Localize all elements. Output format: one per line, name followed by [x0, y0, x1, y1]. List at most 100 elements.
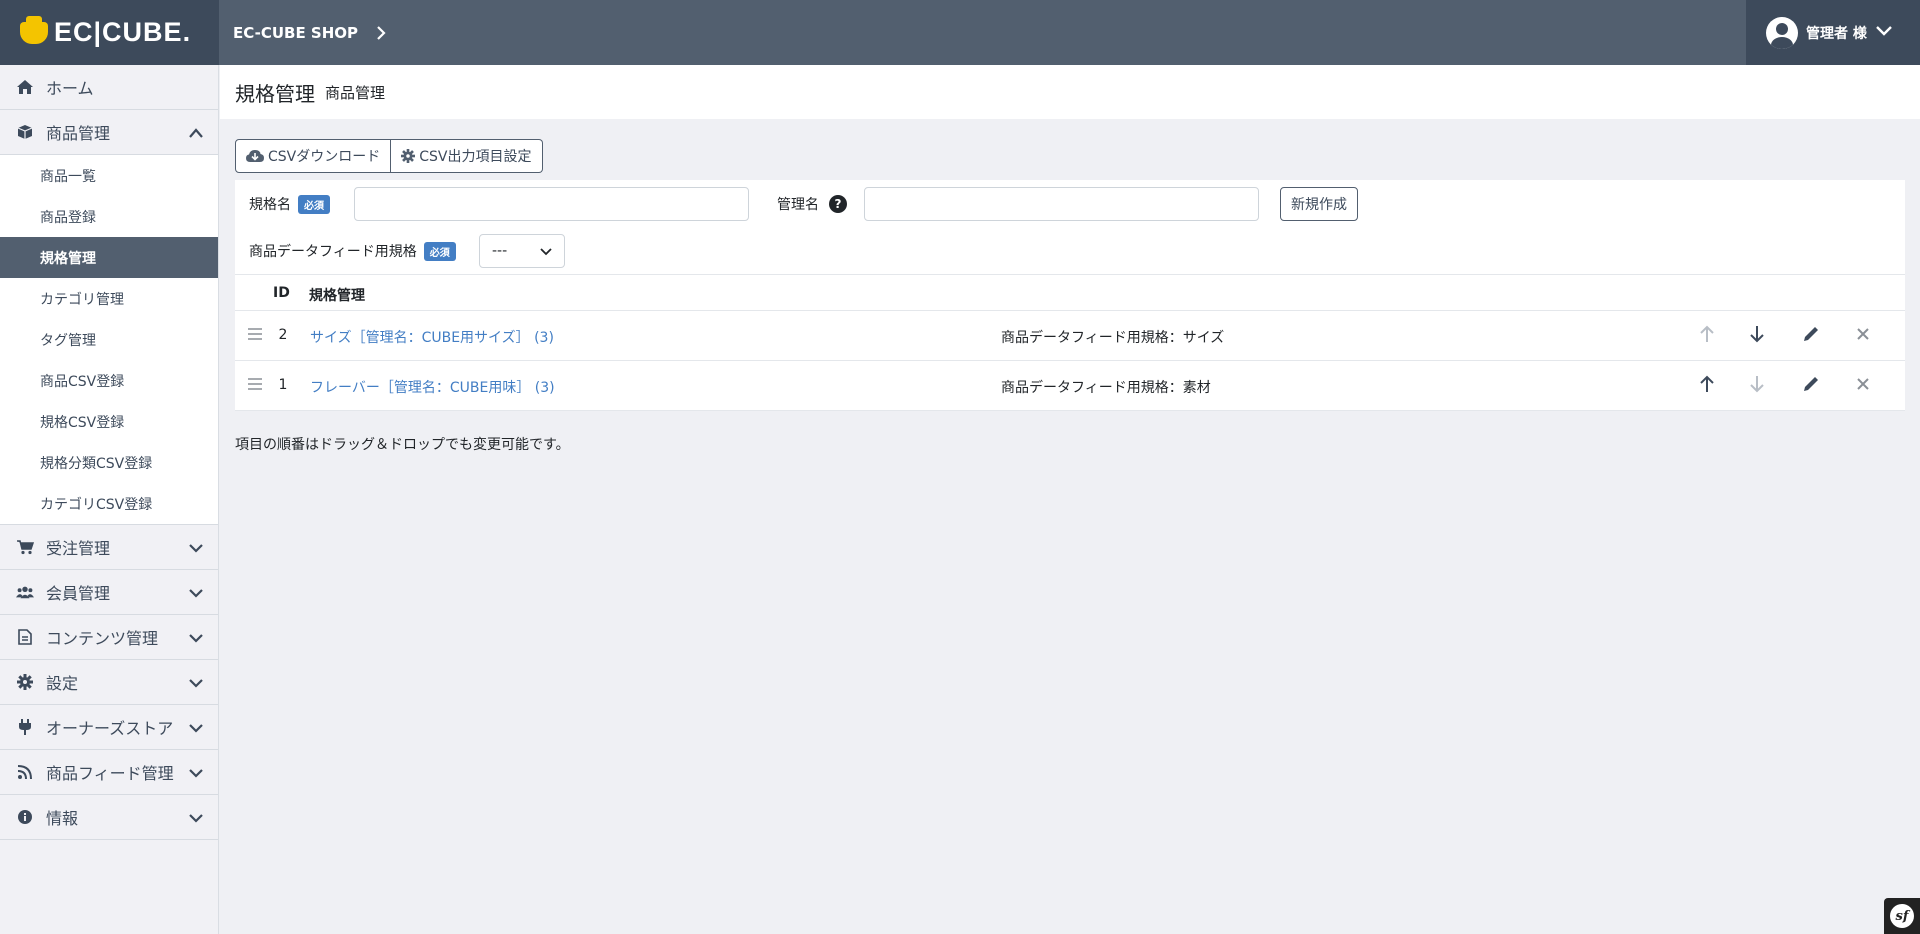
backend-name-input[interactable] — [864, 187, 1259, 221]
row-feed-class: 商品データフィード用規格：素材 — [1001, 380, 1211, 396]
feed-class-select-value: --- — [492, 243, 508, 259]
edit-pencil-icon[interactable] — [1802, 375, 1820, 393]
brand-logo[interactable]: EC|CUBE. — [0, 0, 219, 65]
cart-icon — [16, 538, 34, 556]
chevron-down-icon — [188, 539, 204, 558]
sidebar-subitem-class-management[interactable]: 規格管理 — [0, 237, 218, 278]
csv-settings-label: CSV出力項目設定 — [419, 149, 532, 165]
table-header: ID 規格管理 — [235, 274, 1905, 311]
sidebar-subitem-class-csv[interactable]: 規格CSV登録 — [0, 401, 218, 442]
symfony-toolbar-button[interactable]: sf — [1884, 898, 1920, 934]
chevron-down-icon — [188, 764, 204, 783]
sidebar-item-label: 情報 — [46, 809, 79, 828]
chevron-down-icon — [188, 674, 204, 693]
user-menu[interactable]: 管理者 様 — [1746, 0, 1920, 65]
file-icon — [16, 628, 34, 646]
sidebar-subitem-category[interactable]: カテゴリ管理 — [0, 278, 218, 319]
sidebar-subitem-product-csv[interactable]: 商品CSV登録 — [0, 360, 218, 401]
col-id-header: ID — [273, 285, 290, 301]
delete-x-icon[interactable] — [1856, 377, 1870, 391]
sidebar-item-owners-store[interactable]: オーナーズストア — [0, 705, 218, 750]
sidebar-item-settings[interactable]: 設定 — [0, 660, 218, 705]
gear-icon — [401, 149, 416, 163]
chevron-up-icon — [188, 124, 204, 143]
table-row[interactable]: 1 フレーバー［管理名：CUBE用味］ (3) 商品データフィード用規格：素材 — [235, 361, 1905, 411]
page-title-bar: 規格管理 商品管理 — [220, 65, 1920, 119]
gear-icon — [16, 673, 34, 691]
sidebar-subitem-product-list[interactable]: 商品一覧 — [0, 155, 218, 196]
sidebar-item-info[interactable]: 情報 — [0, 795, 218, 840]
row-feed-class: 商品データフィード用規格：サイズ — [1001, 330, 1225, 346]
new-create-button[interactable]: 新規作成 — [1280, 187, 1358, 221]
sidebar-item-home[interactable]: ホーム — [0, 65, 218, 110]
chevron-down-icon — [188, 629, 204, 648]
shop-link[interactable]: EC-CUBE SHOP — [219, 0, 386, 65]
sidebar-subitem-tag[interactable]: タグ管理 — [0, 319, 218, 360]
arrow-down-icon — [1750, 375, 1764, 393]
chevron-down-icon — [188, 719, 204, 738]
page-subtitle: 商品管理 — [325, 83, 386, 102]
class-name-label-text: 規格名 — [249, 197, 291, 213]
required-badge: 必須 — [423, 241, 456, 261]
feed-form-row: 商品データフィード用規格 必須 --- — [235, 227, 1905, 274]
row-id: 1 — [278, 377, 288, 393]
sidebar-item-label: 商品フィード管理 — [46, 764, 174, 783]
user-name: 管理者 様 — [1806, 25, 1867, 42]
rss-icon — [16, 763, 34, 781]
table-row[interactable]: 2 サイズ［管理名：CUBE用サイズ］ (3) 商品データフィード用規格：サイズ — [235, 311, 1905, 361]
csv-download-label: CSVダウンロード — [268, 149, 381, 165]
delete-x-icon[interactable] — [1856, 327, 1870, 341]
csv-settings-button[interactable]: CSV出力項目設定 — [391, 139, 543, 173]
sidebar-item-label: 会員管理 — [46, 584, 111, 603]
drag-handle-icon[interactable] — [248, 378, 262, 394]
arrow-down-icon[interactable] — [1750, 325, 1764, 343]
chevron-right-icon — [376, 25, 386, 41]
sidebar-item-label: 設定 — [46, 674, 79, 693]
drag-handle-icon[interactable] — [248, 328, 262, 344]
chevron-down-icon — [188, 584, 204, 603]
col-name-header: 規格管理 — [309, 288, 365, 304]
sidebar-subitem-class-category-csv[interactable]: 規格分類CSV登録 — [0, 442, 218, 483]
sidebar-item-contents[interactable]: コンテンツ管理 — [0, 615, 218, 660]
sidebar-item-customers[interactable]: 会員管理 — [0, 570, 218, 615]
class-name-label: 規格名 必須 — [249, 194, 330, 214]
feed-class-select[interactable]: --- — [479, 234, 565, 268]
chevron-down-icon — [188, 809, 204, 828]
sidebar-item-orders[interactable]: 受注管理 — [0, 525, 218, 570]
feed-class-label-text: 商品データフィード用規格 — [249, 244, 417, 260]
info-icon — [16, 808, 34, 826]
class-management-card: 規格名 必須 管理名 ? 新規作成 商品データフィード用規格 必須 --- ID… — [235, 180, 1905, 411]
sidebar-item-label: ホーム — [46, 79, 94, 98]
chevron-down-icon — [1875, 25, 1893, 41]
feed-class-label: 商品データフィード用規格 必須 — [249, 241, 456, 261]
sidebar-subitem-category-csv[interactable]: カテゴリCSV登録 — [0, 483, 218, 524]
arrow-up-icon — [1700, 325, 1714, 343]
edit-pencil-icon[interactable] — [1802, 325, 1820, 343]
backend-name-label-text: 管理名 — [777, 197, 819, 213]
logo-crown-icon — [20, 15, 48, 44]
sidebar: ホーム 商品管理 商品一覧 商品登録 規格管理 カテゴリ管理 タグ管理 商品CS… — [0, 65, 219, 934]
sidebar-item-label: オーナーズストア — [46, 719, 174, 738]
question-circle-icon[interactable]: ? — [829, 195, 847, 213]
row-name-link[interactable]: フレーバー［管理名：CUBE用味］ (3) — [310, 377, 555, 397]
help-text: 項目の順番はドラッグ＆ドロップでも変更可能です。 — [235, 437, 570, 453]
plug-icon — [16, 718, 34, 736]
sidebar-item-product-feed[interactable]: 商品フィード管理 — [0, 750, 218, 795]
page-title: 規格管理 — [235, 81, 315, 106]
backend-name-label: 管理名 ? — [777, 194, 847, 214]
sidebar-item-products[interactable]: 商品管理 — [0, 110, 218, 155]
arrow-up-icon[interactable] — [1700, 375, 1714, 393]
row-id: 2 — [278, 327, 288, 343]
csv-button-group: CSVダウンロード CSV出力項目設定 — [235, 139, 543, 173]
home-icon — [16, 78, 34, 96]
csv-download-button[interactable]: CSVダウンロード — [235, 139, 392, 173]
class-name-input[interactable] — [354, 187, 749, 221]
sidebar-item-label: 受注管理 — [46, 539, 111, 558]
logo-text: EC|CUBE. — [54, 17, 192, 47]
sidebar-subitem-product-register[interactable]: 商品登録 — [0, 196, 218, 237]
required-badge: 必須 — [298, 194, 330, 214]
sidebar-item-label: コンテンツ管理 — [46, 629, 159, 648]
row-name-link[interactable]: サイズ［管理名：CUBE用サイズ］ (3) — [310, 327, 554, 347]
products-submenu: 商品一覧 商品登録 規格管理 カテゴリ管理 タグ管理 商品CSV登録 規格CSV… — [0, 155, 218, 525]
box-icon — [16, 123, 34, 141]
